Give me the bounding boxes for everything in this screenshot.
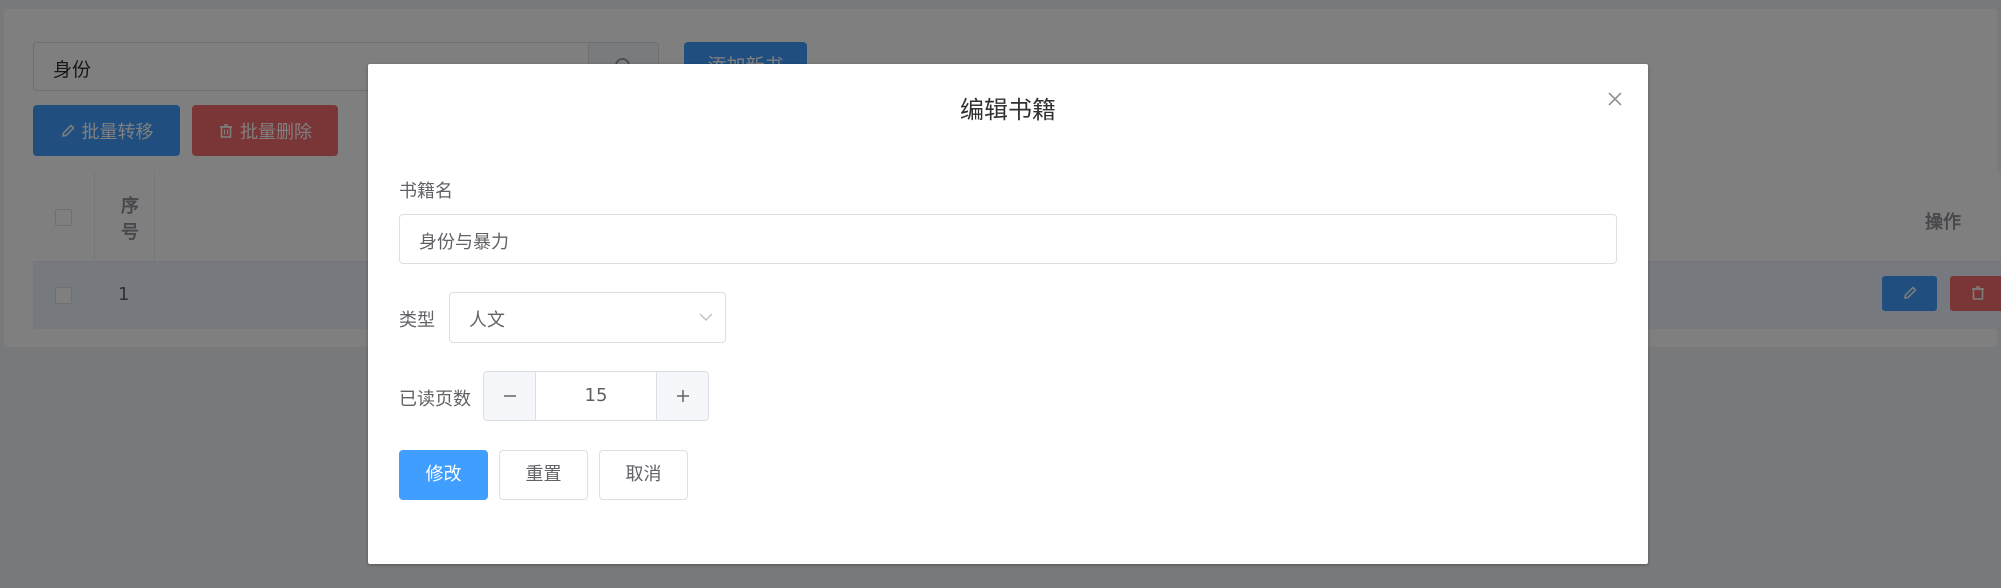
edit-book-dialog: 编辑书籍 书籍名 身份与暴力 类型 人文 已读页数 15 修改 重置 取消: [368, 64, 1648, 564]
book-name-input[interactable]: 身份与暴力: [399, 214, 1617, 264]
submit-button[interactable]: 修改: [399, 450, 488, 500]
book-name-label: 书籍名: [399, 181, 453, 202]
pages-read-stepper[interactable]: 15: [483, 371, 709, 421]
close-icon: [1608, 92, 1622, 106]
type-select[interactable]: 人文: [449, 292, 726, 343]
type-select-value: 人文: [469, 310, 505, 331]
increment-button[interactable]: [656, 372, 708, 420]
reset-button[interactable]: 重置: [499, 450, 588, 500]
book-name-value: 身份与暴力: [419, 232, 509, 253]
decrement-button[interactable]: [484, 372, 536, 420]
dialog-title: 编辑书籍: [960, 96, 1056, 124]
dialog-close-button[interactable]: [1604, 88, 1626, 110]
pages-read-value[interactable]: 15: [536, 385, 656, 406]
type-label: 类型: [399, 310, 435, 331]
cancel-button[interactable]: 取消: [599, 450, 688, 500]
pages-read-label: 已读页数: [399, 389, 471, 410]
minus-icon: [504, 395, 516, 397]
chevron-down-icon: [699, 313, 713, 322]
plus-icon: [677, 390, 689, 402]
